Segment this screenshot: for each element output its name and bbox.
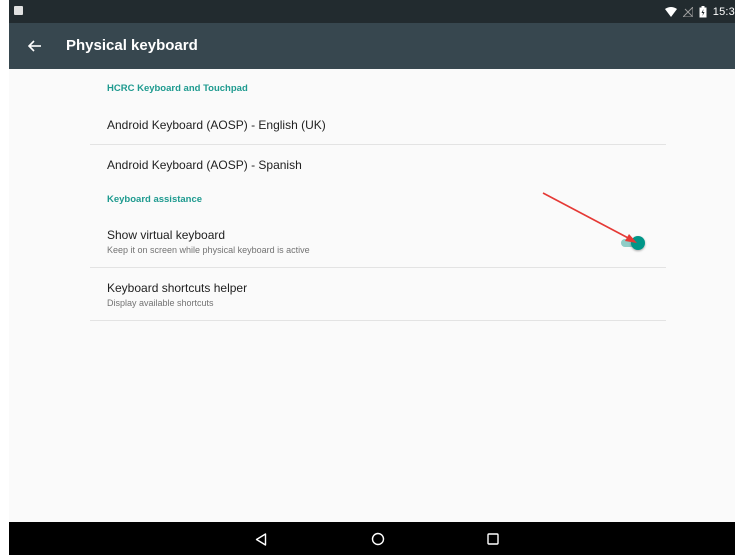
pref-item-title: Keyboard shortcuts helper [107,281,248,295]
status-time: 15:3 [712,5,735,18]
pref-item-title: Show virtual keyboard [107,228,226,242]
pref-item-summary: Keep it on screen while physical keyboar… [107,245,310,255]
status-icons: 15:3 [664,4,735,19]
no-signal-icon [682,6,693,17]
image-notification-icon [14,6,23,15]
section-header-keyboard-assistance: Keyboard assistance [107,194,203,205]
preferences-list: HCRC Keyboard and Touchpad Android Keybo… [90,69,666,321]
pref-item-keyboard-spanish[interactable]: Android Keyboard (AOSP) - Spanish [90,145,666,182]
pref-item-summary: Display available shortcuts [107,298,214,308]
pref-item-title: Android Keyboard (AOSP) - English (UK) [107,118,326,132]
navigation-bar [9,522,735,555]
triangle-back-icon [255,532,267,546]
show-virtual-keyboard-switch[interactable] [621,236,645,250]
nav-home-button[interactable] [368,529,388,549]
back-button[interactable] [23,34,47,58]
pref-item-keyboard-english-uk[interactable]: Android Keyboard (AOSP) - English (UK) [90,107,666,145]
square-recents-icon [487,533,499,545]
pref-item-show-virtual-keyboard[interactable]: Show virtual keyboard Keep it on screen … [90,216,666,268]
pref-item-title: Android Keyboard (AOSP) - Spanish [107,158,302,172]
screen: 15:3 Physical keyboard HCRC Keyboard and… [9,0,735,555]
page-title: Physical keyboard [66,37,198,54]
circle-home-icon [371,532,385,546]
battery-icon [699,5,707,17]
nav-recents-button[interactable] [483,529,503,549]
app-bar: Physical keyboard [9,23,735,69]
section-header-hcrc: HCRC Keyboard and Touchpad [107,83,248,94]
wifi-icon [664,6,677,17]
arrow-left-icon [28,40,41,52]
pref-item-keyboard-shortcuts-helper[interactable]: Keyboard shortcuts helper Display availa… [90,268,666,321]
status-bar: 15:3 [9,0,735,23]
switch-thumb [631,236,645,250]
nav-back-button[interactable] [251,529,271,549]
